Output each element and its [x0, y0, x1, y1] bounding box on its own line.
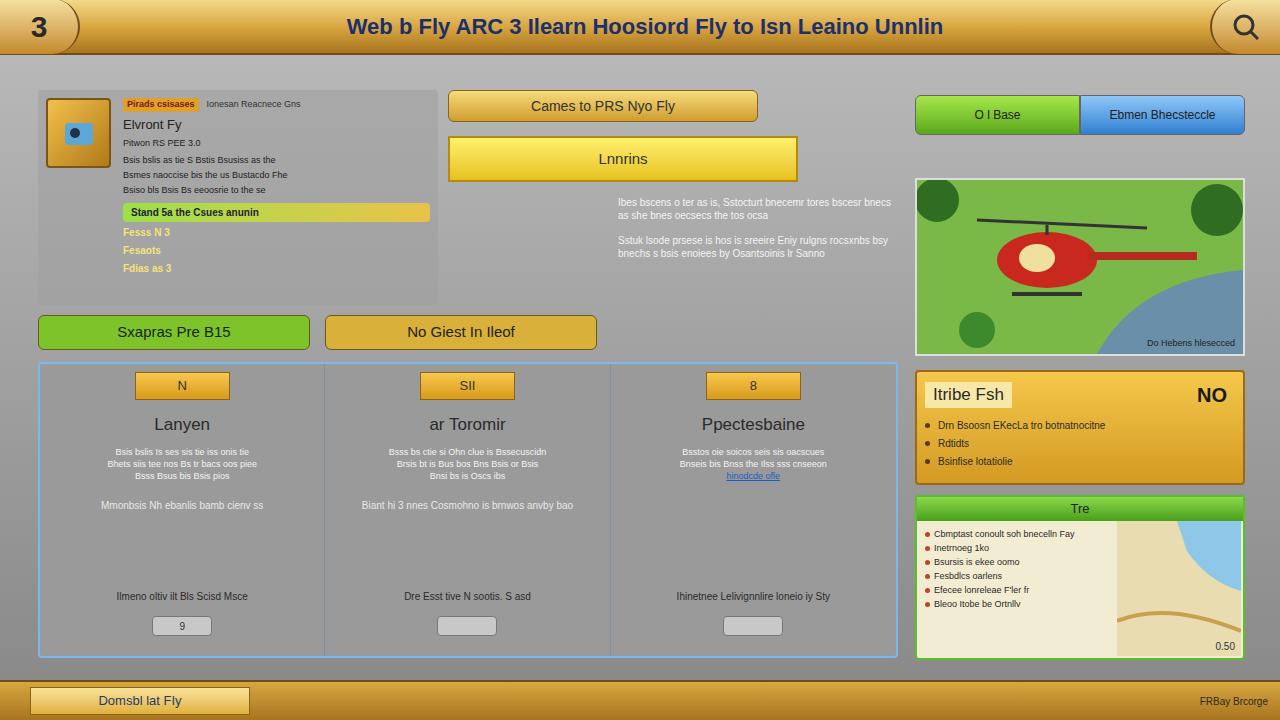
map-value: 0.50	[1216, 639, 1235, 654]
key-icon	[59, 113, 99, 153]
title-button[interactable]: Cames to PRS Nyo Fly	[448, 90, 758, 122]
footer-bar: Domsbl lat FIy FRBay Brcorge	[0, 680, 1280, 720]
mode-column: N Lanyen Bsis bslis Is ses sis tie iss oni…	[40, 364, 325, 656]
mode-line: Brsis bt is Bus bos Bns Bsis or Bsis	[397, 458, 539, 470]
level-badge: 3	[0, 0, 80, 54]
game-screen: 3Web b Fly ARC 3 Ilearn Hoosiord Fly to …	[0, 0, 1280, 720]
pin-icon	[925, 546, 930, 551]
mode-column: SII ar Toromir Bsss bs ctie si Ohn clue is…	[325, 364, 610, 656]
mode-sub: Biant hi 3 nnes Cosmohno is brnwos anvby…	[362, 498, 573, 513]
pin-icon	[925, 574, 930, 579]
featured-note: Ionesan Reacnece Gns	[207, 98, 301, 112]
bullet-icon	[925, 441, 930, 446]
header-bar: 3Web b Fly ARC 3 Ilearn Hoosiord Fly to …	[0, 0, 1280, 55]
center-paragraph: Sstuk lsode prsese is hos is sreeire Eni…	[618, 234, 898, 260]
featured-title: Elvront Fy	[123, 115, 430, 135]
helicopter-scene-icon	[917, 180, 1243, 354]
preview-image: Do Hebens hlesecced	[915, 178, 1245, 356]
featured-subtitle: Pitwon RS PEE 3.0	[123, 137, 430, 151]
mode-line: Bsis bslis Is ses sis tie iss onis tie	[115, 446, 249, 458]
mode-line: Bsss Bsus bis Bsis pios	[135, 470, 230, 482]
tab[interactable]: Ebmen Bhecsteccle	[1080, 95, 1245, 135]
mode-link[interactable]: hinodcde ofle	[727, 470, 781, 484]
featured-tag: Pirads csisases	[123, 98, 199, 112]
mode-line: Bsss bs ctie si Ohn clue is Bssecuscidn	[389, 446, 547, 458]
footer-button[interactable]: Domsbl lat FIy	[30, 687, 250, 715]
footer-label: FRBay Brcorge	[1200, 694, 1268, 709]
pin-icon	[925, 560, 930, 565]
featured-line: Bsiso bls Bsis Bs eeoosrie to the se	[123, 184, 430, 196]
mode-title: Lanyen	[154, 412, 210, 438]
mode-badge: N	[135, 372, 230, 400]
mode-button[interactable]	[437, 616, 497, 636]
search-button[interactable]	[1210, 0, 1280, 54]
featured-stat: Fesaots	[123, 243, 430, 258]
bullet-icon	[925, 459, 930, 464]
map-item: Cbmptast conoult soh bnecelln Fay	[925, 529, 1109, 540]
mode-footer: Ihinetnee Lelivignnlire loneio iy Sty	[677, 589, 830, 604]
featured-line: Bsmes naoccise bis the us Bustacdo Fhe	[123, 169, 430, 181]
mode-sub: Mmonbsis Nh ebanlis bamb cienv ss	[101, 498, 263, 513]
pin-icon	[925, 532, 930, 537]
action-button[interactable]: Sxapras Pre B15	[38, 315, 310, 350]
map-item: Bsursis is ekee oomo	[925, 557, 1109, 568]
top-row: Pirads csisases Ionesan Reacnece Gns Elvro…	[38, 90, 898, 305]
map-icon	[1117, 521, 1241, 656]
action-button[interactable]: No Giest In Ileof	[325, 315, 597, 350]
info-title: Itribe Fsh	[925, 382, 1012, 408]
pin-icon	[925, 588, 930, 593]
center-block: Cames to PRS Nyo Fly Lnnrins Ibes bscens o…	[448, 90, 898, 305]
map-item: Fesbdlcs oarlens	[925, 571, 1109, 582]
map-item: Bleoo Itobe be Ortnllv	[925, 599, 1109, 610]
right-column: O l BaseEbmen Bhecsteccle Do Hebens hlese…	[915, 55, 1245, 680]
tab[interactable]: O l Base	[915, 95, 1080, 135]
modes-panel: N Lanyen Bsis bslis Is ses sis tie iss oni…	[38, 362, 898, 658]
featured-stat: Fesss N 3	[123, 225, 430, 240]
featured-thumb	[46, 98, 111, 168]
banner: Lnnrins	[448, 136, 798, 182]
map-card: Tre Cbmptast conoult soh bnecelln Fay Inet…	[915, 495, 1245, 660]
left-column: Pirads csisases Ionesan Reacnece Gns Elvro…	[38, 55, 898, 680]
featured-card: Pirads csisases Ionesan Reacnece Gns Elvro…	[38, 90, 438, 305]
tab-row: O l BaseEbmen Bhecsteccle	[915, 95, 1245, 135]
map-item: Inetrnoeg 1ko	[925, 543, 1109, 554]
center-paragraph: Ibes bscens o ter as is, Sstocturt bnece…	[618, 196, 898, 222]
featured-line: Bsis bslis as tie S Bstis Bsusiss as the	[123, 154, 430, 166]
featured-stat: Fdias as 3	[123, 261, 430, 276]
search-icon	[1231, 12, 1261, 42]
title: Web b Fly ARC 3 Ilearn Hoosiord Fly to I…	[80, 10, 1210, 43]
preview-caption: Do Hebens hlesecced	[1147, 337, 1235, 351]
info-card: Itribe Fsh NO Drn Bsoosn EKecLa tro botnat…	[915, 370, 1245, 485]
mode-badge: SII	[420, 372, 515, 400]
mode-button[interactable]	[723, 616, 783, 636]
bullet-icon	[925, 423, 930, 428]
mode-column: 8 Ppectesbaine Bsstos oie soicos seis sis …	[611, 364, 896, 656]
mode-title: Ppectesbaine	[702, 412, 805, 438]
map-header: Tre	[917, 497, 1243, 521]
mode-badge: 8	[706, 372, 801, 400]
main-area: Pirads csisases Ionesan Reacnece Gns Elvro…	[0, 55, 1280, 680]
mode-button[interactable]: 9	[152, 616, 212, 636]
info-item: Bsinfise lotatiolie	[925, 454, 1235, 469]
info-badge: NO	[1197, 380, 1235, 410]
pin-icon	[925, 602, 930, 607]
map-item: Efecee lonreleae F'ler fr	[925, 585, 1109, 596]
mode-footer: Ilmeno oltiv ilt Bls Scisd Msce	[117, 589, 248, 604]
mode-line: Bsstos oie soicos seis sis oacscues	[682, 446, 824, 458]
mode-title: ar Toromir	[429, 412, 505, 438]
info-item: Drn Bsoosn EKecLa tro botnatnocitne	[925, 418, 1235, 433]
mode-line: Bnseis bis Bnss the Ilss sss cnseeon	[680, 458, 827, 470]
info-item: Rdtidts	[925, 436, 1235, 451]
mode-line: Bnsi bs is Oscs ibs	[430, 470, 506, 482]
mode-footer: Dre Esst tive N sootis. S asd	[404, 589, 531, 604]
featured-highlight: Stand 5a the Csues anunin	[123, 203, 430, 222]
mode-line: Bhets siis tee nos Bs tr bacs oos piee	[107, 458, 257, 470]
action-row: Sxapras Pre B15 No Giest In Ileof	[38, 315, 898, 350]
